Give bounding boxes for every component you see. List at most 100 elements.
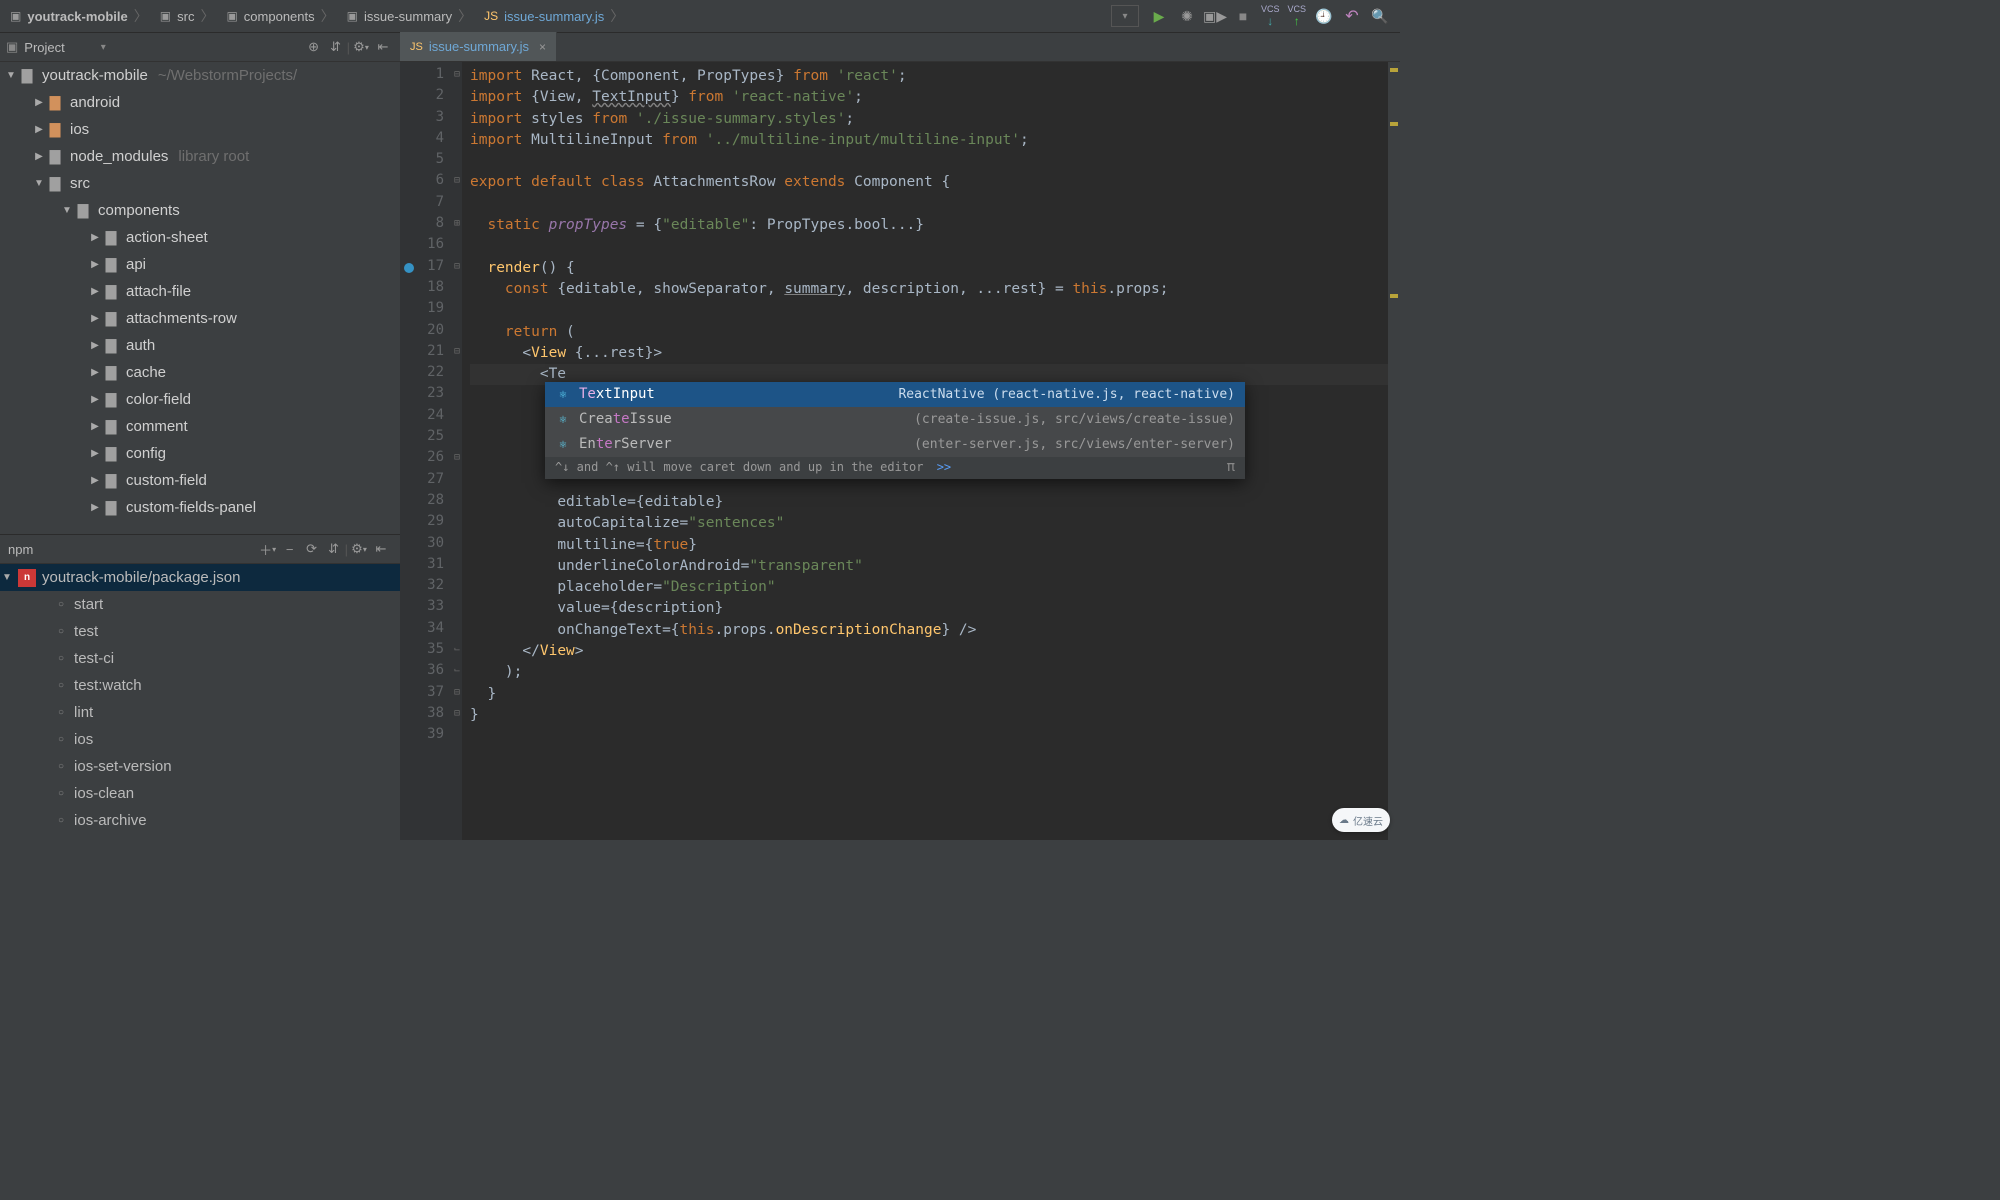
tree-item[interactable]: ▶▇ios	[0, 116, 400, 143]
folder-icon: ▇	[102, 256, 120, 273]
tree-item[interactable]: ▶▇action-sheet	[0, 224, 400, 251]
npm-script-item[interactable]: ○ios-clean	[0, 780, 400, 807]
tree-item-label: youtrack-mobile	[42, 67, 148, 84]
tree-item[interactable]: ▶▇android	[0, 89, 400, 116]
vcs-commit-button[interactable]: VCS↑	[1287, 4, 1306, 28]
editor-tab[interactable]: JS issue-summary.js ×	[400, 32, 557, 61]
breadcrumb-item[interactable]: JSissue-summary.js〉	[480, 4, 632, 28]
folder-icon: ▇	[46, 148, 64, 165]
npm-script-item[interactable]: ○ios	[0, 726, 400, 753]
npm-script-item[interactable]: ○lint	[0, 699, 400, 726]
js-file-icon: JS	[484, 9, 498, 23]
collapse-button[interactable]: ⇵	[323, 539, 345, 559]
folder-icon: ▇	[18, 67, 36, 84]
npm-package-row[interactable]: ▼ n youtrack-mobile/package.json	[0, 564, 400, 591]
hint-link[interactable]: >>	[937, 460, 951, 474]
settings-gear-icon[interactable]: ⚙▾	[348, 539, 370, 559]
tree-item-label: cache	[126, 364, 166, 381]
npm-script-item[interactable]: ○test	[0, 618, 400, 645]
folder-icon: ▣	[226, 9, 237, 23]
completion-popup[interactable]: ⚛TextInputReactNative (react-native.js, …	[545, 382, 1245, 479]
search-everywhere-button[interactable]: 🔍	[1367, 5, 1393, 27]
tree-item[interactable]: ▶▇custom-fields-panel	[0, 494, 400, 521]
completion-item[interactable]: ⚛EnterServer(enter-server.js, src/views/…	[545, 432, 1245, 457]
folder-icon: ▇	[102, 418, 120, 435]
editor-gutter[interactable]: 1⊟23456⊟78⊞1617⊟18192021⊟2223242526⊟2728…	[400, 62, 462, 840]
collapse-all-button[interactable]: ⇵	[325, 37, 347, 57]
refresh-button[interactable]: ⟳	[301, 539, 323, 559]
breadcrumb-item[interactable]: ▣components〉	[222, 4, 342, 28]
coverage-button[interactable]: ▣▶	[1202, 5, 1228, 27]
tree-item[interactable]: ▶▇custom-field	[0, 467, 400, 494]
tree-item-label: color-field	[126, 391, 191, 408]
tree-item-label: config	[126, 445, 166, 462]
folder-icon: ▣	[347, 9, 358, 23]
tree-item[interactable]: ▼▇components	[0, 197, 400, 224]
history-button[interactable]: 🕘	[1311, 5, 1337, 27]
tree-item-label: action-sheet	[126, 229, 208, 246]
revert-button[interactable]: ↶	[1339, 5, 1365, 27]
breadcrumb-item[interactable]: ▣src〉	[156, 4, 223, 28]
completion-item[interactable]: ⚛TextInputReactNative (react-native.js, …	[545, 382, 1245, 407]
npm-toolbar: npm ＋▾ − ⟳ ⇵ | ⚙▾ ⇤	[0, 535, 400, 564]
folder-icon: ▇	[46, 175, 64, 192]
tree-item[interactable]: ▶▇attach-file	[0, 278, 400, 305]
hide-button[interactable]: ⇤	[372, 37, 394, 57]
folder-icon: ▣	[160, 9, 171, 23]
folder-icon: ▇	[102, 472, 120, 489]
npm-script-item[interactable]: ○test:watch	[0, 672, 400, 699]
js-file-icon: JS	[410, 41, 423, 53]
editor-tabbar: JS issue-summary.js ×	[400, 33, 1400, 62]
run-button[interactable]: ▶	[1146, 5, 1172, 27]
completion-hint: ^↓ and ^↑ will move caret down and up in…	[545, 457, 1245, 479]
remove-button[interactable]: −	[279, 539, 301, 559]
tree-item-label: auth	[126, 337, 155, 354]
npm-script-item[interactable]: ○ios-set-version	[0, 753, 400, 780]
tree-item-label: custom-fields-panel	[126, 499, 256, 516]
tree-item[interactable]: ▶▇attachments-row	[0, 305, 400, 332]
tree-item-label: ios	[70, 121, 89, 138]
close-tab-button[interactable]: ×	[539, 40, 546, 54]
editor-area: JS issue-summary.js × 1⊟23456⊟78⊞1617⊟18…	[400, 33, 1400, 840]
settings-gear-icon[interactable]: ⚙▾	[350, 37, 372, 57]
npm-script-item[interactable]: ○start	[0, 591, 400, 618]
pi-icon[interactable]: π	[1227, 457, 1235, 478]
add-button[interactable]: ＋▾	[257, 539, 279, 559]
completion-item[interactable]: ⚛CreateIssue(create-issue.js, src/views/…	[545, 407, 1245, 432]
hide-button[interactable]: ⇤	[370, 539, 392, 559]
tree-item-label: android	[70, 94, 120, 111]
react-icon: ⚛	[555, 436, 571, 452]
tree-item[interactable]: ▼▇src	[0, 170, 400, 197]
tree-item[interactable]: ▶▇color-field	[0, 386, 400, 413]
folder-icon: ▇	[102, 337, 120, 354]
debug-button[interactable]: ✺	[1174, 5, 1200, 27]
locate-button[interactable]: ⊕	[303, 37, 325, 57]
tree-item-label: src	[70, 175, 90, 192]
npm-script-item[interactable]: ○test-ci	[0, 645, 400, 672]
tree-item-label: comment	[126, 418, 188, 435]
tree-item-label: api	[126, 256, 146, 273]
stop-button[interactable]: ■	[1230, 5, 1256, 27]
vcs-update-button[interactable]: VCS↓	[1261, 4, 1280, 28]
breadcrumb-item[interactable]: ▣issue-summary〉	[343, 4, 480, 28]
tree-item[interactable]: ▼▇youtrack-mobile~/WebstormProjects/	[0, 62, 400, 89]
tree-item[interactable]: ▶▇api	[0, 251, 400, 278]
cloud-icon: ☁	[1339, 815, 1349, 826]
breadcrumb-bar: ▣youtrack-mobile〉 ▣src〉 ▣components〉 ▣is…	[0, 0, 1400, 33]
tree-item[interactable]: ▶▇cache	[0, 359, 400, 386]
tree-item[interactable]: ▶▇comment	[0, 413, 400, 440]
run-config-dropdown[interactable]: ▾	[1111, 5, 1139, 27]
tree-item[interactable]: ▶▇auth	[0, 332, 400, 359]
folder-icon: ▇	[102, 391, 120, 408]
folder-icon: ▇	[102, 283, 120, 300]
view-mode-dropdown[interactable]: ▾	[101, 42, 106, 53]
code-editor[interactable]: import React, {Component, PropTypes} fro…	[462, 62, 1400, 840]
npm-icon: n	[18, 569, 36, 587]
npm-package-label: youtrack-mobile/package.json	[42, 569, 240, 586]
npm-script-item[interactable]: ○ios-archive	[0, 807, 400, 834]
breadcrumb-item[interactable]: ▣youtrack-mobile〉	[6, 4, 156, 28]
error-stripe[interactable]	[1388, 62, 1400, 840]
tree-item[interactable]: ▶▇node_moduleslibrary root	[0, 143, 400, 170]
tree-item-label: attachments-row	[126, 310, 237, 327]
tree-item[interactable]: ▶▇config	[0, 440, 400, 467]
